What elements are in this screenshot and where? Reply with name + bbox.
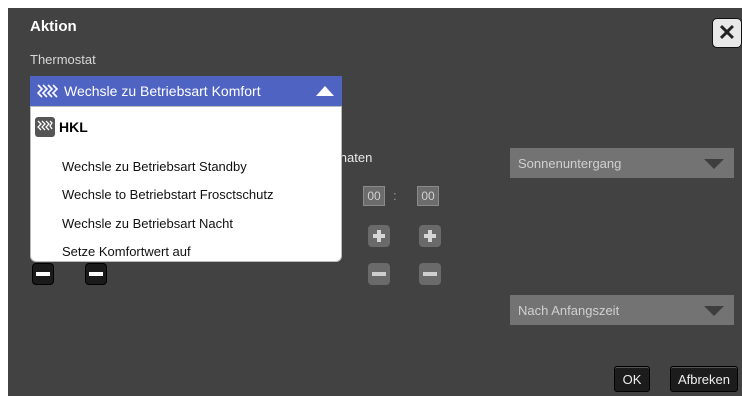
minus-icon bbox=[372, 272, 386, 276]
time-mode-value: Nach Anfangszeit bbox=[518, 302, 620, 318]
decrement-button-2[interactable] bbox=[85, 263, 107, 285]
minutes-field[interactable]: 00 bbox=[417, 186, 439, 206]
dialog-subtitle: Thermostat bbox=[30, 52, 96, 67]
action-dialog: Aktion Thermostat ✕ linaten 00 : 00 Sonn… bbox=[8, 8, 742, 396]
chevron-up-icon bbox=[316, 86, 334, 96]
menu-item-komfortwert[interactable]: Setze Komfortwert auf bbox=[62, 244, 191, 259]
time-separator: : bbox=[393, 188, 397, 203]
action-menu: HKL Wechsle zu Betriebsart Standby Wechs… bbox=[30, 106, 342, 262]
dialog-title: Aktion bbox=[30, 18, 77, 35]
cancel-button[interactable]: Afbreken bbox=[670, 366, 738, 392]
minutes-increment-button[interactable] bbox=[419, 225, 441, 247]
menu-item-nacht[interactable]: Wechsle zu Betriebsart Nacht bbox=[62, 216, 233, 231]
menu-item-standby[interactable]: Wechsle zu Betriebsart Standby bbox=[62, 159, 247, 174]
decrement-button-1[interactable] bbox=[32, 263, 54, 285]
menu-group-hkl: HKL bbox=[35, 117, 88, 137]
time-mode-dropdown[interactable]: Nach Anfangszeit bbox=[510, 295, 734, 325]
ok-button[interactable]: OK bbox=[614, 366, 650, 392]
minutes-decrement-button[interactable] bbox=[419, 263, 441, 285]
plus-icon bbox=[373, 230, 385, 242]
heating-icon bbox=[35, 117, 55, 137]
plus-icon bbox=[424, 230, 436, 242]
hours-field[interactable]: 00 bbox=[363, 186, 385, 206]
close-button[interactable]: ✕ bbox=[712, 18, 742, 48]
minus-icon bbox=[36, 272, 50, 276]
hours-increment-button[interactable] bbox=[368, 225, 390, 247]
heating-icon bbox=[36, 83, 58, 99]
minus-icon bbox=[89, 272, 103, 276]
close-icon: ✕ bbox=[717, 20, 737, 45]
action-select-value: Wechsle zu Betriebsart Komfort bbox=[64, 83, 261, 99]
hours-decrement-button[interactable] bbox=[368, 263, 390, 285]
action-select[interactable]: Wechsle zu Betriebsart Komfort bbox=[30, 76, 342, 106]
chevron-down-icon bbox=[704, 159, 724, 169]
minus-icon bbox=[423, 272, 437, 276]
sun-event-dropdown[interactable]: Sonnenuntergang bbox=[510, 148, 734, 178]
chevron-down-icon bbox=[704, 306, 724, 316]
menu-group-label: HKL bbox=[59, 119, 88, 135]
sun-event-value: Sonnenuntergang bbox=[518, 155, 622, 171]
menu-item-frostschutz[interactable]: Wechsle to Betriebstart Frosctschutz bbox=[62, 187, 273, 202]
